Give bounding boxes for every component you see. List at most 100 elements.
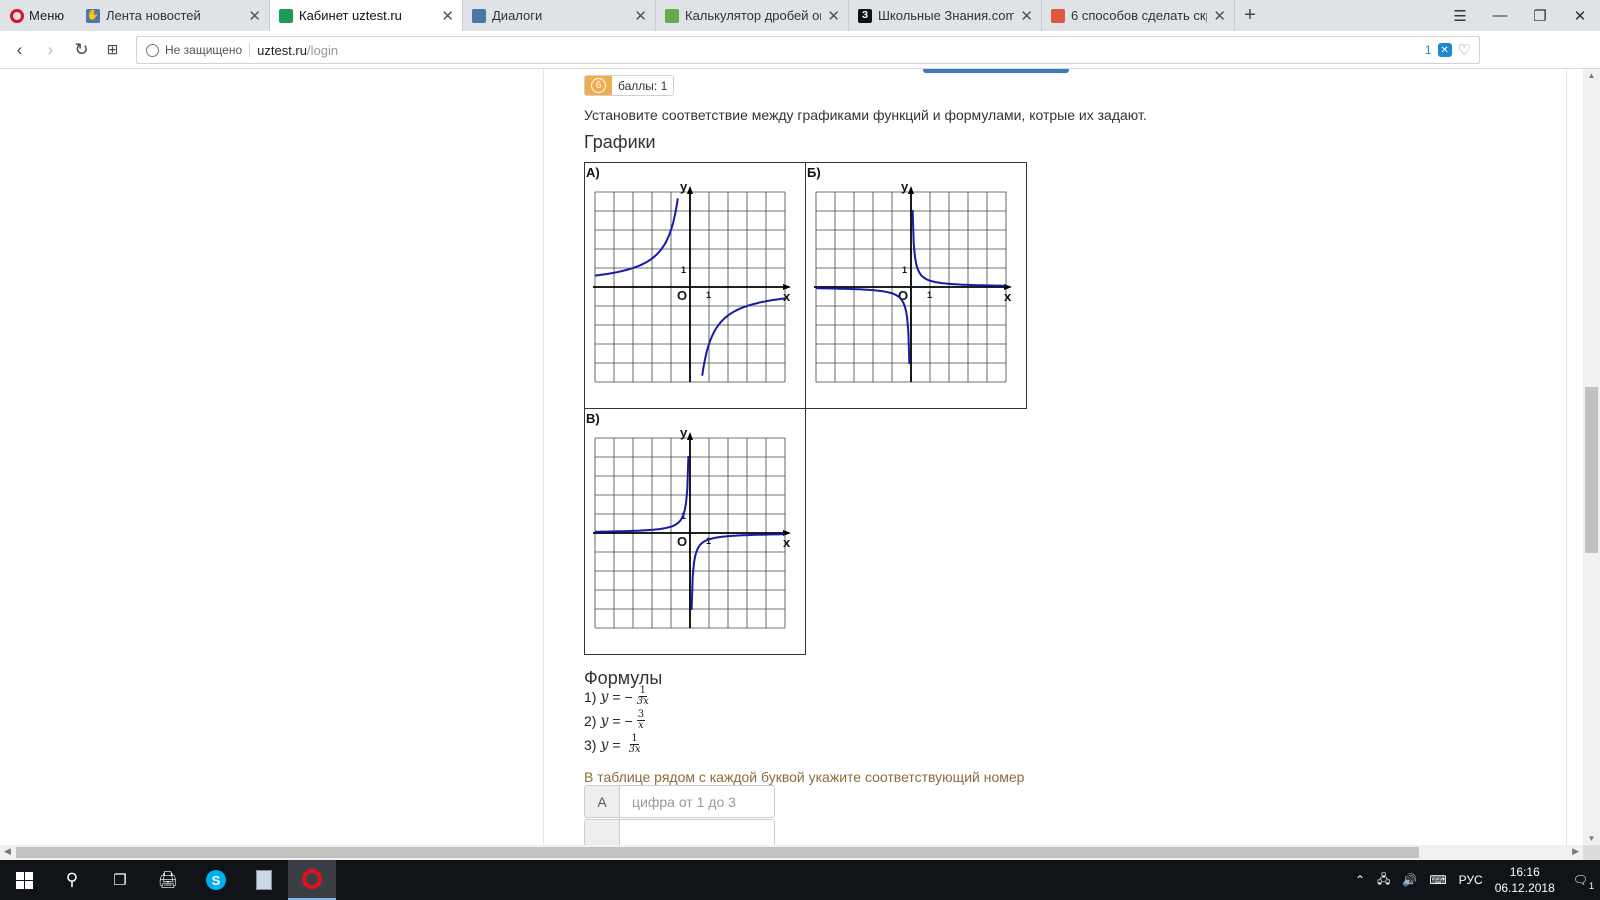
tab-znanija[interactable]: З Школьные Знания.com - ✕ [849, 0, 1042, 31]
adblock-icon[interactable]: ✕ [1437, 43, 1452, 57]
origin-label: O [677, 288, 687, 303]
question-prompt: Установите соответствие между графиками … [584, 107, 1147, 123]
url-field[interactable]: Не защищено uztest.ru /login 1 ✕ ♡ [136, 36, 1480, 64]
graph-cell-c: В) xyO11 [584, 408, 806, 655]
hyperbola-branch [594, 198, 679, 277]
clock-time: 16:16 [1509, 865, 1540, 879]
tab-uztest-cabinet[interactable]: Кабинет uztest.ru ✕ [270, 0, 463, 31]
question-panel: 6 баллы: 1 Установите соответствие между… [543, 69, 1567, 845]
forward-icon[interactable]: › [35, 40, 66, 60]
scroll-up-icon[interactable]: ▲ [1583, 71, 1600, 80]
scroll-down-icon[interactable]: ▼ [1583, 834, 1600, 843]
question-number-badge: 6 [585, 76, 612, 95]
graph-cell-b: Б) xyO11 [805, 162, 1027, 409]
x-unit-label: 1 [706, 290, 711, 300]
y-axis-label: y [680, 425, 688, 440]
opera-menu-button[interactable]: Меню [0, 0, 77, 31]
answer-input-b[interactable] [619, 819, 775, 845]
vertical-scrollbar[interactable]: ▲ ▼ [1583, 69, 1600, 845]
close-icon[interactable]: ✕ [441, 7, 454, 25]
question-score: баллы: 1 [612, 76, 674, 95]
windows-taskbar: ⚲ ❐ 🖨 S ⌃ 🖧 🔊 ⌨ РУС 16:16 06.12.2018 🗨 1 [0, 860, 1600, 900]
bookmark-heart-icon[interactable]: ♡ [1458, 41, 1471, 59]
tab-title: Кабинет uztest.ru [299, 8, 402, 23]
globe-icon [146, 43, 159, 57]
calculator-grid-icon [665, 8, 679, 23]
scroll-left-icon[interactable]: ◀ [4, 846, 11, 857]
graph-a-plot: x y O 1 1 [593, 179, 791, 383]
vk-icon: ✋ [86, 8, 100, 23]
tab-fraction-calculator[interactable]: Калькулятор дробей онлайн ✕ [656, 0, 849, 31]
task-view-icon[interactable]: ❐ [96, 860, 144, 900]
top-button-edge[interactable] [923, 69, 1069, 73]
url-host: uztest.ru [257, 42, 307, 58]
uztest-icon [279, 8, 293, 23]
close-window-icon[interactable]: ✕ [1560, 7, 1600, 25]
tab-title: Диалоги [492, 8, 543, 23]
volume-icon[interactable]: 🔊 [1402, 873, 1417, 887]
y-axis-arrow [687, 186, 693, 194]
x-axis-label: x [783, 535, 791, 550]
question-header: 6 баллы: 1 [584, 75, 675, 96]
y-unit-label: 1 [902, 265, 907, 275]
y-axis-label: y [901, 179, 909, 194]
horizontal-scroll-thumb[interactable] [16, 847, 1419, 858]
graphs-heading: Графики [584, 132, 656, 152]
close-icon[interactable]: ✕ [827, 7, 840, 25]
close-icon[interactable]: ✕ [1020, 7, 1033, 25]
horizontal-scrollbar[interactable]: ◀ ▶ [0, 845, 1583, 860]
system-tray: ⌃ 🖧 🔊 ⌨ РУС 16:16 06.12.2018 🗨 1 [1355, 864, 1600, 896]
scrollbar-corner [1583, 845, 1600, 860]
notifications-icon[interactable]: 🗨 1 [1567, 873, 1594, 891]
graph-c-plot: xyO 11 [593, 425, 791, 629]
start-button[interactable] [0, 860, 48, 900]
tab-title: Школьные Знания.com - [878, 8, 1015, 23]
tab-strip: Меню ✋ Лента новостей ✕ Кабинет uztest.r… [0, 0, 1600, 31]
answer-row-a: А цифра от 1 до 3 [584, 785, 775, 818]
search-icon[interactable]: ⚲ [48, 860, 96, 900]
origin-label: O [677, 534, 687, 549]
tab-dialogs[interactable]: Диалоги ✕ [463, 0, 656, 31]
scroll-right-icon[interactable]: ▶ [1572, 846, 1579, 857]
znanija-icon: З [858, 8, 872, 23]
window-controls: ☰ — ❐ ✕ [1440, 0, 1600, 31]
reload-icon[interactable]: ↻ [66, 40, 97, 60]
tab-screenshot-guide[interactable]: 6 способов сделать скрин ✕ [1042, 0, 1235, 31]
address-bar: ‹ › ↻ ⊞ Не защищено uztest.ru /login 1 ✕… [0, 31, 1600, 95]
security-label[interactable]: Не защищено [165, 43, 251, 57]
close-icon[interactable]: ✕ [248, 7, 261, 25]
x-unit-label: 1 [927, 290, 932, 300]
network-icon[interactable]: 🖧 [1377, 870, 1390, 891]
chevron-up-icon[interactable]: ⌃ [1355, 873, 1365, 887]
tab-title: Калькулятор дробей онлайн [685, 8, 821, 23]
close-icon[interactable]: ✕ [634, 7, 647, 25]
y-unit-label: 1 [681, 265, 686, 275]
back-icon[interactable]: ‹ [4, 40, 35, 60]
y-axis-arrow [687, 432, 693, 440]
formula-3: 3) y = 1 3x [584, 733, 641, 755]
x-axis-label: x [1004, 289, 1012, 304]
tab-news-feed[interactable]: ✋ Лента новостей ✕ [77, 0, 270, 31]
minimize-icon[interactable]: — [1480, 7, 1520, 24]
clock[interactable]: 16:16 06.12.2018 [1495, 864, 1555, 896]
skype-icon[interactable]: S [192, 860, 240, 900]
vertical-scroll-thumb[interactable] [1585, 387, 1598, 553]
opera-taskbar-icon[interactable] [288, 860, 336, 900]
hyperbola-branch [911, 209, 1006, 287]
close-icon[interactable]: ✕ [1213, 7, 1226, 25]
speed-dial-icon[interactable]: ⊞ [97, 41, 128, 58]
y-axis-arrow [908, 186, 914, 194]
calculator-icon[interactable] [240, 860, 288, 900]
url-path: /login [307, 42, 339, 58]
printer-app-icon[interactable]: 🖨 [144, 860, 192, 900]
language-indicator[interactable]: РУС [1459, 873, 1483, 887]
page-viewport: 6 баллы: 1 Установите соответствие между… [0, 69, 1583, 845]
answer-input-a[interactable]: цифра от 1 до 3 [619, 785, 775, 818]
restore-icon[interactable]: ❐ [1520, 7, 1560, 25]
new-tab-button[interactable]: + [1235, 0, 1265, 31]
graph-cell-a: А) xyO11 [584, 162, 806, 409]
hyperbola-branch [595, 455, 690, 533]
keyboard-icon[interactable]: ⌨ [1429, 873, 1446, 887]
tab-menu-icon[interactable]: ☰ [1440, 7, 1480, 25]
graph-b-plot: xyO 11 [814, 179, 1012, 383]
